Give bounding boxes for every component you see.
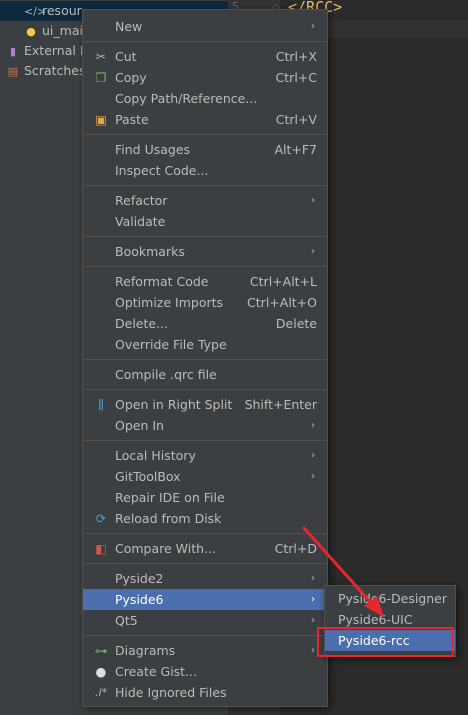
chevron-right-icon: › [311,450,315,461]
menu-item-reformat-code[interactable]: Reformat Code Ctrl+Alt+L [83,271,327,292]
compare-icon: ◧ [95,541,107,556]
github-icon: ● [95,664,107,679]
menu-item-inspect-code[interactable]: Inspect Code... [83,160,327,181]
menu-item-open-right-split[interactable]: ⫼ Open in Right Split Shift+Enter [83,394,327,415]
chevron-right-icon: › [311,573,315,584]
menu-separator [84,635,326,636]
submenu-item-pyside6-designer[interactable]: Pyside6-Designer [325,588,455,609]
menu-item-pyside6[interactable]: Pyside6 › [83,589,327,610]
chevron-right-icon: › [311,645,315,656]
chevron-right-icon: › [311,195,315,206]
menu-separator [84,185,326,186]
annotation-highlight-box [317,627,454,657]
menu-separator [84,440,326,441]
chevron-right-icon: › [311,420,315,431]
menu-item-refactor[interactable]: Refactor › [83,190,327,211]
menu-item-local-history[interactable]: Local History › [83,445,327,466]
scissors-icon: ✂ [95,49,107,64]
menu-separator [84,533,326,534]
menu-separator [84,134,326,135]
tree-item-ui-main[interactable]: ● ui_main [24,21,91,41]
chevron-right-icon: › [311,246,315,257]
reload-icon: ⟳ [95,511,107,526]
menu-separator [84,41,326,42]
menu-separator [84,563,326,564]
split-vertical-icon: ⫼ [98,397,104,412]
diagram-icon: ⊶ [94,643,108,658]
chevron-right-icon: › [311,21,315,32]
library-icon: ▮ [9,45,17,58]
menu-item-optimize-imports[interactable]: Optimize Imports Ctrl+Alt+O [83,292,327,313]
chevron-right-icon: › [311,594,315,605]
menu-item-paste[interactable]: ▣ Paste Ctrl+V [83,109,327,130]
menu-item-override-file-type[interactable]: Override File Type [83,334,327,355]
menu-item-hide-ignored-files[interactable]: .i* Hide Ignored Files [83,682,327,703]
menu-item-pyside2[interactable]: Pyside2 › [83,568,327,589]
menu-separator [84,389,326,390]
xml-file-icon: </> [24,5,47,18]
menu-item-copy-path[interactable]: Copy Path/Reference... [83,88,327,109]
tree-item-scratches[interactable]: ▤ Scratches [6,61,86,81]
context-menu: New › ✂ Cut Ctrl+X ❐ Copy Ctrl+C Copy Path/… [82,9,328,707]
chevron-right-icon: › [311,615,315,626]
menu-item-cut[interactable]: ✂ Cut Ctrl+X [83,46,327,67]
menu-item-find-usages[interactable]: Find Usages Alt+F7 [83,139,327,160]
menu-item-validate[interactable]: Validate [83,211,327,232]
menu-item-reload-from-disk[interactable]: ⟳ Reload from Disk [83,508,327,529]
python-file-icon: ● [26,25,36,38]
tree-item-external-libraries[interactable]: ▮ External L [6,41,87,61]
menu-separator [84,359,326,360]
menu-item-diagrams[interactable]: ⊶ Diagrams › [83,640,327,661]
menu-item-create-gist[interactable]: ● Create Gist... [83,661,327,682]
menu-item-open-in[interactable]: Open In › [83,415,327,436]
ignore-file-icon: .i* [94,686,108,699]
menu-item-compare-with[interactable]: ◧ Compare With... Ctrl+D [83,538,327,559]
clipboard-icon: ▣ [95,112,107,127]
menu-separator [84,236,326,237]
menu-item-gittoolbox[interactable]: GitToolBox › [83,466,327,487]
copy-icon: ❐ [95,70,107,85]
chevron-right-icon: › [311,471,315,482]
menu-item-qt5[interactable]: Qt5 › [83,610,327,631]
menu-item-copy[interactable]: ❐ Copy Ctrl+C [83,67,327,88]
menu-item-new[interactable]: New › [83,16,327,37]
scratches-icon: ▤ [7,65,19,78]
menu-item-repair-ide[interactable]: Repair IDE on File [83,487,327,508]
menu-item-compile-qrc[interactable]: Compile .qrc file [83,364,327,385]
menu-item-bookmarks[interactable]: Bookmarks › [83,241,327,262]
menu-separator [84,266,326,267]
menu-item-delete[interactable]: Delete... Delete [83,313,327,334]
